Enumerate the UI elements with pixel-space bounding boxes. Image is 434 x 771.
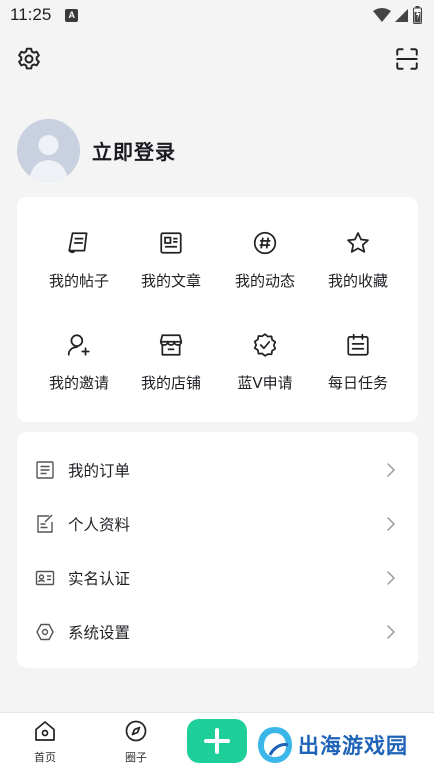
- watermark-text: 出海游戏园: [298, 734, 408, 758]
- calendar-icon: [347, 333, 369, 356]
- grid-label: 我的收藏: [327, 272, 388, 290]
- grid-label: 我的邀请: [48, 374, 109, 392]
- status-bar: 11:25 A: [0, 0, 434, 30]
- menu-label: 个人资料: [68, 516, 131, 534]
- chevron-right-icon: [387, 571, 396, 585]
- chevron-right-icon: [387, 517, 396, 531]
- edit-profile-icon: [37, 514, 53, 533]
- signal-icon: [395, 9, 408, 22]
- grid-label: 蓝V申请: [237, 374, 293, 392]
- grid-label: 每日任务: [327, 374, 388, 392]
- menu-label: 实名认证: [68, 570, 131, 588]
- scan-icon[interactable]: [394, 46, 420, 72]
- grid-item-store[interactable]: 我的店铺: [124, 332, 218, 402]
- grid-item-articles[interactable]: 我的文章: [124, 230, 218, 300]
- settings-menu-card: 我的订单 个人资料 实名认证 系统设置: [17, 432, 418, 668]
- home-icon: [35, 721, 55, 741]
- quick-actions-card: 我的帖子 我的文章 我的动态 我的收藏 我的邀请 我的店铺 蓝V申请 每日任务: [17, 197, 418, 422]
- menu-label: 系统设置: [68, 624, 131, 642]
- menu-item-orders[interactable]: 我的订单: [17, 443, 418, 497]
- order-list-icon: [36, 461, 54, 479]
- battery-icon: [413, 6, 422, 24]
- grid-item-invites[interactable]: 我的邀请: [32, 332, 126, 402]
- grid-label: 我的文章: [140, 272, 201, 290]
- watermark: 出海游戏园: [256, 722, 408, 768]
- store-icon: [159, 334, 183, 356]
- grid-item-favorites[interactable]: 我的收藏: [311, 230, 405, 300]
- wifi-icon: [373, 8, 391, 22]
- menu-item-profile[interactable]: 个人资料: [17, 497, 418, 551]
- login-link[interactable]: 立即登录: [92, 136, 176, 165]
- menu-item-system-settings[interactable]: 系统设置: [17, 605, 418, 659]
- invite-user-icon: [67, 334, 90, 356]
- watermark-logo-icon: [258, 727, 292, 763]
- profile-header[interactable]: 立即登录: [17, 118, 176, 182]
- tab-home[interactable]: 首页: [15, 719, 75, 769]
- notification-badge-icon: A: [65, 8, 79, 22]
- menu-item-verification[interactable]: 实名认证: [17, 551, 418, 605]
- tab-label: 圈子: [125, 751, 147, 764]
- post-icon: [68, 232, 88, 254]
- verified-badge-icon: [253, 333, 277, 357]
- grid-item-daily-tasks[interactable]: 每日任务: [311, 332, 405, 402]
- hashtag-icon: [253, 231, 277, 255]
- grid-label: 我的动态: [234, 272, 295, 290]
- grid-item-blue-v[interactable]: 蓝V申请: [218, 332, 312, 402]
- default-avatar-icon: [17, 118, 80, 182]
- id-card-icon: [35, 570, 55, 586]
- compass-icon: [125, 720, 147, 742]
- grid-label: 我的帖子: [48, 272, 109, 290]
- quick-actions-grid: 我的帖子 我的文章 我的动态 我的收藏 我的邀请 我的店铺 蓝V申请 每日任务: [17, 197, 418, 422]
- chevron-right-icon: [387, 463, 396, 477]
- top-action-bar: [0, 44, 434, 74]
- menu-label: 我的订单: [68, 462, 131, 480]
- tab-label: 首页: [34, 751, 56, 764]
- chevron-right-icon: [387, 625, 396, 639]
- star-icon: [347, 232, 369, 253]
- grid-item-activity[interactable]: 我的动态: [218, 230, 312, 300]
- avatar[interactable]: [17, 118, 80, 182]
- status-time: 11:25: [10, 5, 52, 24]
- grid-label: 我的店铺: [140, 374, 201, 392]
- status-indicators: [373, 6, 422, 24]
- create-post-button[interactable]: [187, 719, 247, 763]
- article-icon: [160, 232, 182, 254]
- grid-item-posts[interactable]: 我的帖子: [32, 230, 126, 300]
- gear-icon[interactable]: [16, 46, 42, 72]
- plus-icon: [204, 728, 230, 754]
- hexagon-settings-icon: [36, 623, 54, 641]
- tab-circle[interactable]: 圈子: [106, 719, 166, 769]
